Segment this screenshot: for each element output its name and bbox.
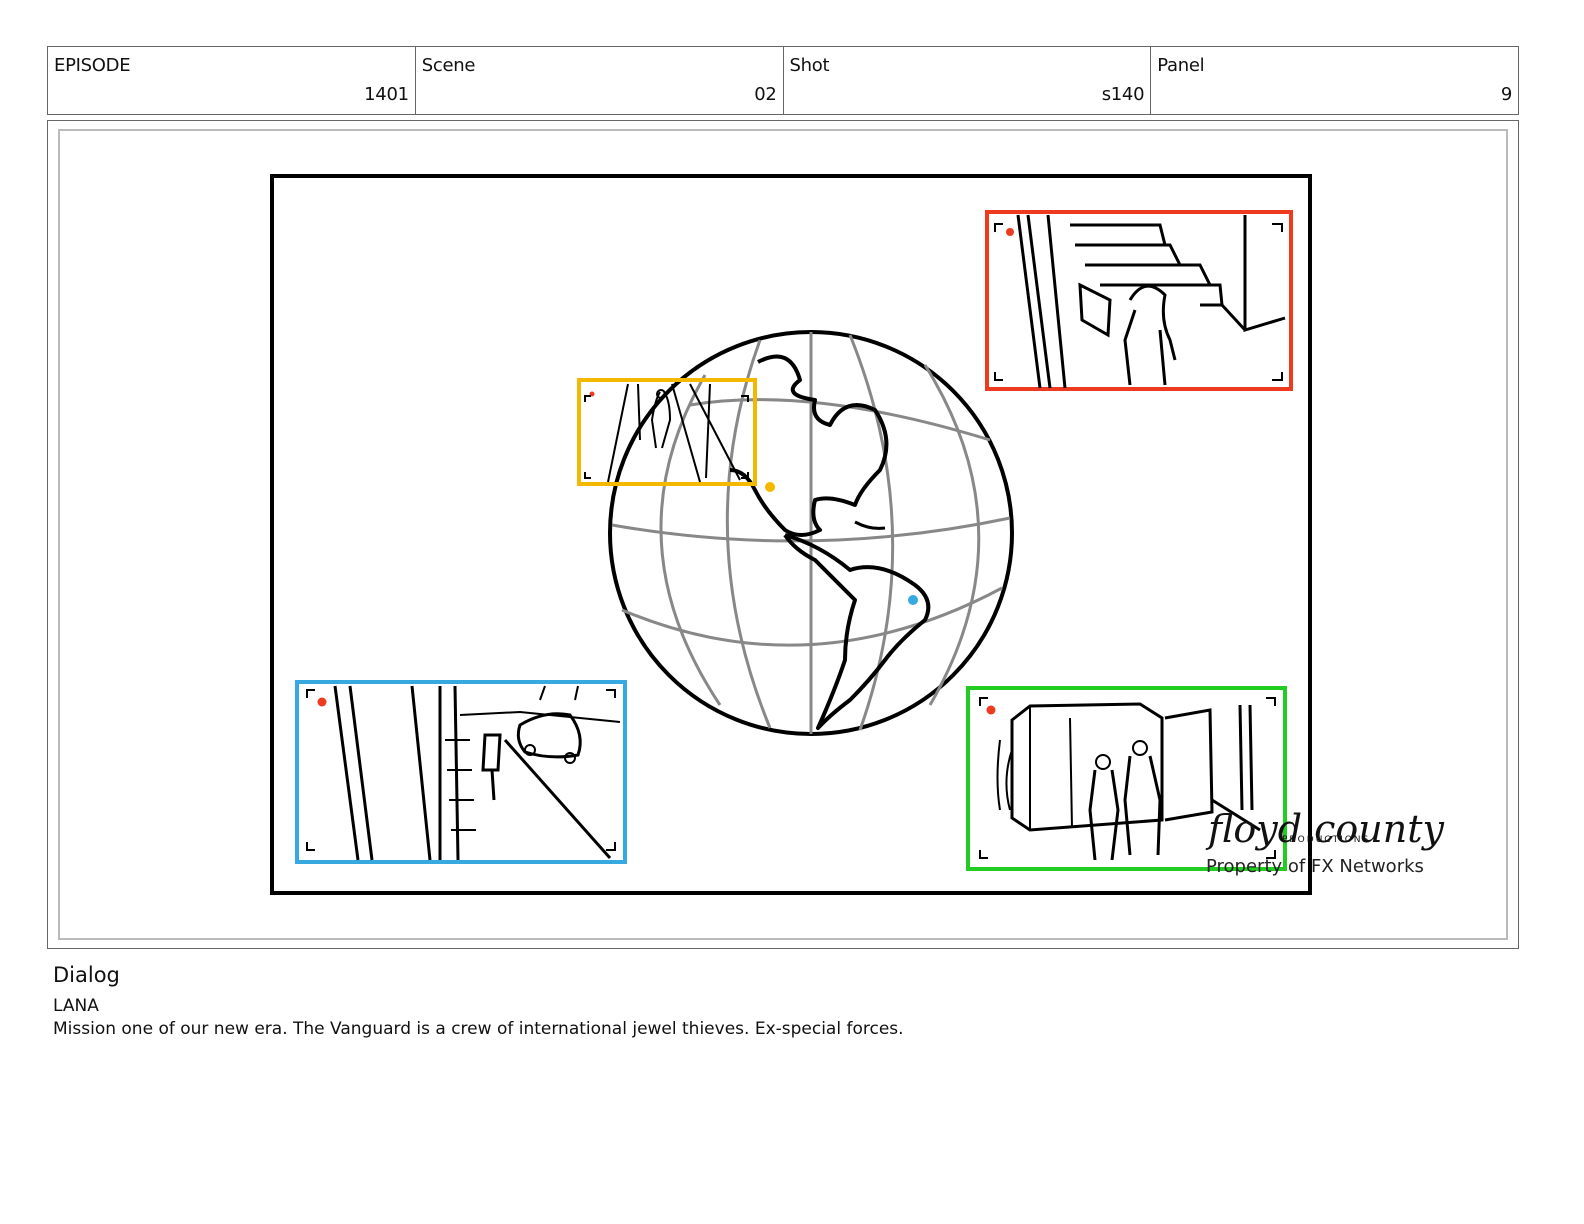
globe-illustration (608, 330, 1014, 736)
svg-text:Property of FX Networks: Property of FX Networks (1206, 856, 1424, 877)
red-inset-frame (985, 210, 1293, 391)
dialog-speaker: LANA (53, 996, 99, 1016)
dialog-line: Mission one of our new era. The Vanguard… (53, 1019, 904, 1039)
blue-inset-frame (295, 680, 627, 864)
blue-location-dot (908, 595, 918, 605)
storyboard-drawing: floyd county PRODUCTIONS Property of FX … (270, 174, 1444, 895)
production-logo: floyd county PRODUCTIONS Property of FX … (1205, 807, 1444, 877)
yellow-location-dot (765, 482, 775, 492)
svg-text:PRODUCTIONS: PRODUCTIONS (1282, 835, 1370, 845)
dialog-heading: Dialog (53, 963, 120, 987)
